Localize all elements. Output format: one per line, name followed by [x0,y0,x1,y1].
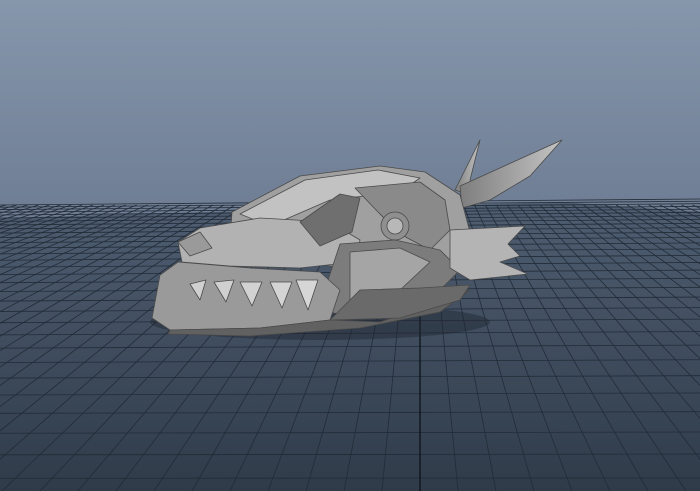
eye[interactable] [386,217,404,235]
3d-viewport[interactable] [0,0,700,491]
viewport-canvas[interactable] [0,0,700,491]
neck-frill[interactable] [449,225,529,281]
